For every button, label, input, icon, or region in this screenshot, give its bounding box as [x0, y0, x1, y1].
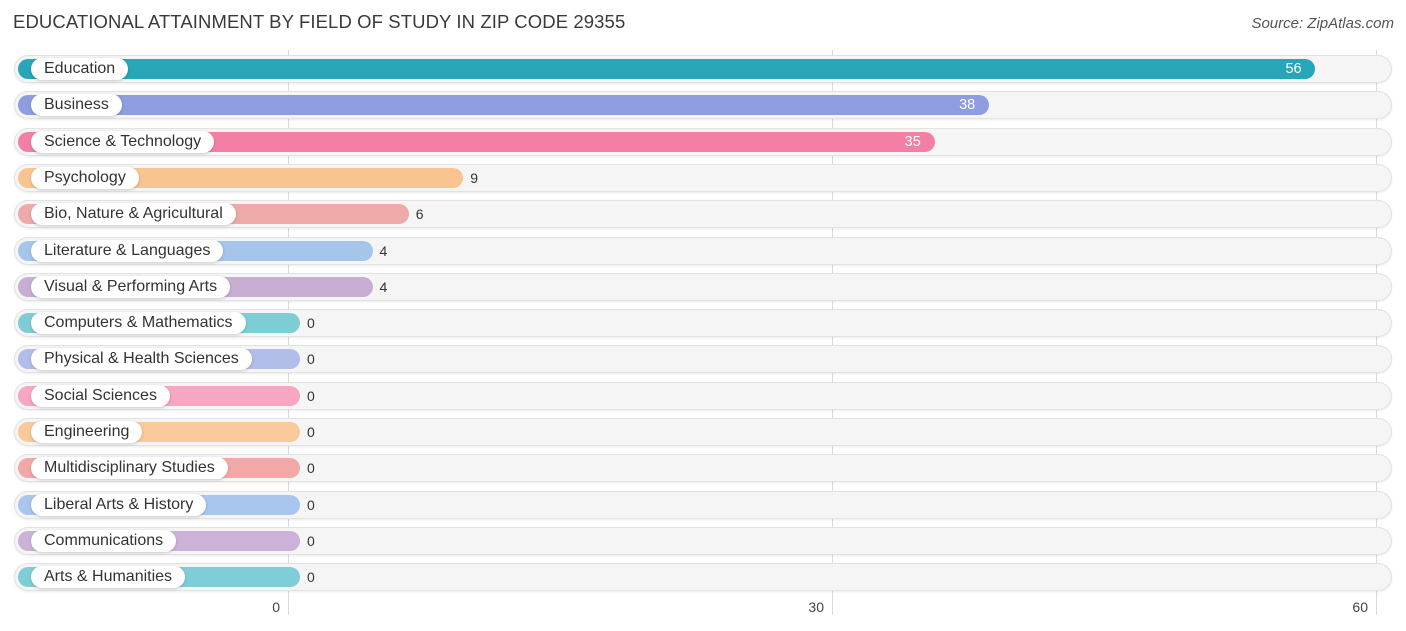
value-label: 35: [904, 133, 921, 150]
value-label: 38: [959, 97, 976, 114]
category-label: Education: [31, 58, 129, 80]
bar[interactable]: [18, 59, 1316, 79]
value-label: 56: [1285, 61, 1302, 77]
value-label: 4: [379, 278, 388, 295]
value-label: 0: [307, 315, 315, 332]
category-label: Social Sciences: [31, 384, 170, 407]
category-label: Bio, Nature & Agricultural: [31, 203, 236, 226]
value-label: 0: [307, 424, 315, 440]
category-label: Engineering: [31, 421, 143, 443]
category-label: Computers & Mathematics: [31, 312, 246, 335]
category-label: Arts & Humanities: [31, 566, 186, 589]
category-label: Business: [31, 94, 122, 117]
x-tick-label: 0: [272, 599, 280, 615]
bar-chart: 0 30 60 Education 56 Business 38 Science & Tech…: [0, 0, 1406, 631]
value-label: 0: [307, 569, 315, 586]
category-label: Psychology: [31, 166, 139, 189]
category-label: Liberal Arts & History: [31, 493, 207, 516]
category-label: Physical & Health Sciences: [31, 348, 252, 371]
category-label: Visual & Performing Arts: [31, 275, 231, 298]
category-label: Communications: [31, 529, 177, 552]
value-label: 0: [307, 351, 315, 368]
value-label: 9: [470, 169, 478, 186]
value-label: 0: [307, 496, 315, 513]
value-label: 0: [307, 532, 315, 549]
value-label: 0: [307, 387, 315, 404]
bar[interactable]: [18, 95, 990, 116]
x-tick-label: 60: [1352, 599, 1368, 615]
value-label: 6: [415, 206, 424, 223]
value-label: 4: [379, 242, 388, 259]
value-label: 0: [307, 460, 315, 477]
x-tick-label: 30: [808, 599, 824, 615]
category-label: Science & Technology: [31, 130, 215, 153]
category-label: Multidisciplinary Studies: [31, 457, 228, 480]
category-label: Literature & Languages: [31, 239, 224, 262]
